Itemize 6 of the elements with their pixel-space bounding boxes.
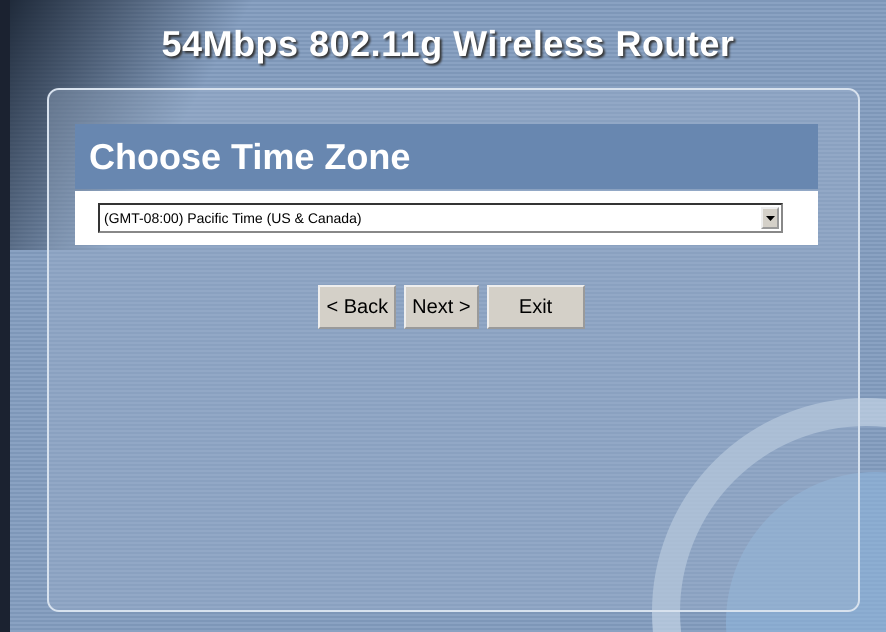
- time-zone-select[interactable]: (GMT-08:00) Pacific Time (US & Canada): [98, 203, 783, 233]
- section-title: Choose Time Zone: [89, 136, 410, 178]
- wizard-button[interactable]: < Back: [318, 285, 396, 329]
- router-title: 54Mbps 802.11g Wireless Router: [162, 23, 734, 65]
- wizard-button[interactable]: Next >: [404, 285, 479, 329]
- wizard-button[interactable]: Exit: [486, 285, 585, 329]
